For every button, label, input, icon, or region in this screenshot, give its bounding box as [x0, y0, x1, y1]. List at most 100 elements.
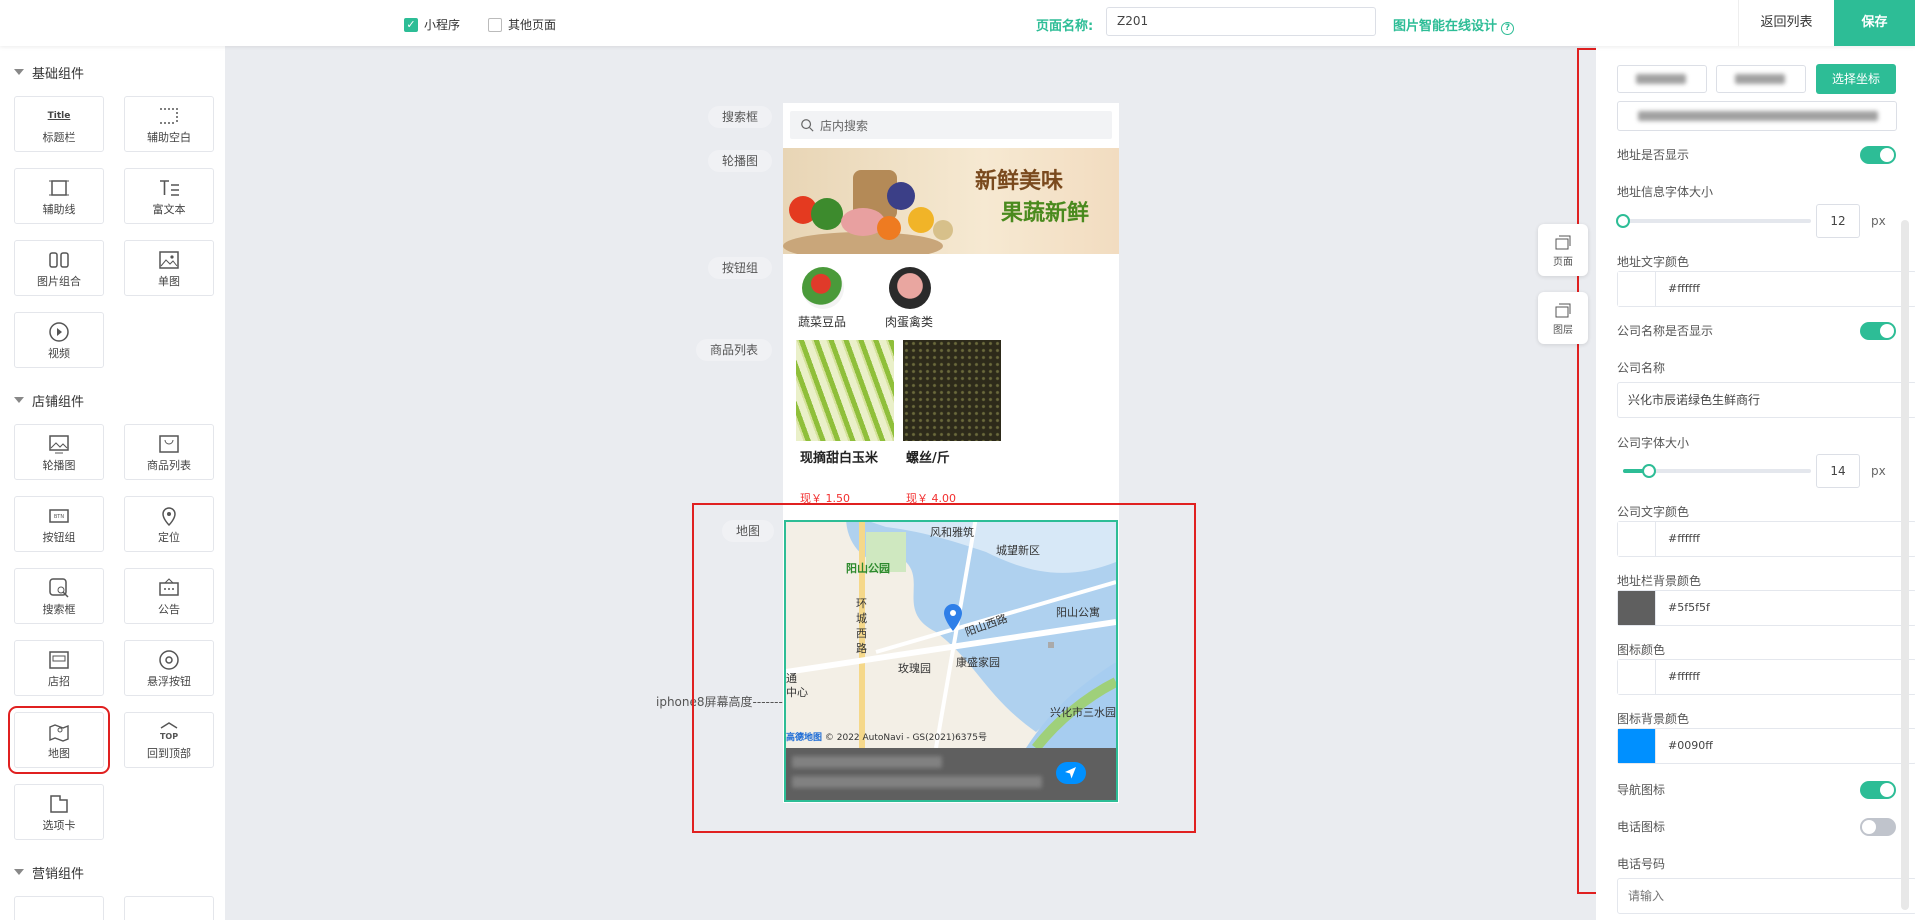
banner-text-2: 果蔬新鲜 [1001, 200, 1089, 226]
component-image[interactable]: 单图 [124, 240, 214, 296]
color-swatch[interactable] [1618, 591, 1656, 625]
video-icon [47, 319, 71, 345]
nav-icon-toggle[interactable] [1860, 781, 1896, 799]
icon-bg-color-picker[interactable]: #0090ff [1617, 728, 1915, 764]
slider-knob[interactable] [1616, 214, 1630, 228]
layer-tab-icon [1555, 303, 1571, 317]
company-text-color-picker[interactable]: #ffffff [1617, 521, 1915, 557]
company-font-size-slider[interactable] [1623, 464, 1811, 478]
address-blurred [1638, 111, 1878, 121]
color-swatch[interactable] [1618, 272, 1656, 306]
addr-font-size-input[interactable]: 12 [1816, 204, 1860, 238]
search-bar[interactable]: 店内搜索 [790, 111, 1112, 139]
notice-icon [157, 575, 181, 601]
line-icon [47, 175, 71, 201]
back-to-list-button[interactable]: 返回列表 [1738, 0, 1834, 46]
goods-name[interactable]: 现摘甜白玉米 [800, 447, 878, 466]
button-group-icon: BTN [47, 503, 71, 529]
marketing-components-header[interactable]: 营销组件 [0, 852, 225, 892]
component-notice[interactable]: 公告 [124, 568, 214, 624]
veg-button-image[interactable] [802, 267, 844, 309]
row-label-buttons[interactable]: 按钮组 [708, 257, 773, 279]
richtext-icon [157, 175, 181, 201]
component-goods-list[interactable]: 商品列表 [124, 424, 214, 480]
component-blank[interactable]: 辅助空白 [124, 96, 214, 152]
title-icon: Title [48, 103, 71, 129]
back-top-icon: TOP [157, 719, 181, 745]
tab-layer[interactable]: 图层 [1538, 292, 1588, 344]
component-carousel[interactable]: 轮播图 [14, 424, 104, 480]
component-search-box[interactable]: 搜索框 [14, 568, 104, 624]
color-swatch[interactable] [1618, 522, 1656, 556]
component-image-group[interactable]: 图片组合 [14, 240, 104, 296]
component-shop-sign[interactable]: 店招 [14, 640, 104, 696]
meat-button-image[interactable] [889, 267, 931, 309]
latitude-input[interactable] [1716, 65, 1806, 93]
addr-show-toggle[interactable] [1860, 146, 1896, 164]
nav-icon-label: 导航图标 [1617, 783, 1666, 797]
tab-layer-label: 图层 [1553, 324, 1573, 336]
carousel-banner[interactable]: 新鲜美味 果蔬新鲜 [783, 148, 1119, 260]
miniprogram-checkbox[interactable]: ✓ 小程序 [404, 16, 460, 33]
shop-sign-icon [47, 647, 71, 673]
settings-scrollbar[interactable] [1901, 220, 1909, 910]
choose-coordinate-button[interactable]: 选择坐标 [1816, 64, 1896, 94]
tab-page[interactable]: 页面 [1538, 224, 1588, 276]
component-label: 富文本 [152, 203, 186, 216]
ai-design-link[interactable]: 图片智能在线设计? [1393, 15, 1515, 35]
component-location[interactable]: 定位 [124, 496, 214, 552]
component-line[interactable]: 辅助线 [14, 168, 104, 224]
ai-design-text: 图片智能在线设计 [1393, 19, 1498, 34]
page-name-label: 页面名称: [1036, 19, 1094, 34]
phone-icon-toggle[interactable] [1860, 818, 1896, 836]
component-marketing-1[interactable] [14, 896, 104, 920]
goods-name[interactable]: 螺丝/斤 [906, 447, 950, 466]
company-name-input[interactable]: 兴化市辰诺绿色生鲜商行 [1617, 382, 1915, 418]
addr-font-size-slider[interactable] [1616, 214, 1811, 228]
phone-number-input[interactable] [1617, 878, 1915, 914]
shop-components-grid: 轮播图 商品列表 BTN 按钮组 定位 搜索框 公告 店招 悬浮按钮 地图 TOP… [0, 420, 225, 852]
banner-text-1: 新鲜美味 [975, 168, 1063, 194]
collapse-triangle-icon [14, 69, 24, 75]
component-richtext[interactable]: 富文本 [124, 168, 214, 224]
company-show-toggle[interactable] [1860, 322, 1896, 340]
help-icon[interactable]: ? [1501, 22, 1515, 35]
other-pages-checkbox[interactable]: 其他页面 [488, 16, 556, 33]
icon-color-picker[interactable]: #ffffff [1617, 659, 1915, 695]
component-video[interactable]: 视频 [14, 312, 104, 368]
meat-button-label[interactable]: 肉蛋禽类 [885, 313, 933, 330]
section-title: 营销组件 [32, 866, 85, 882]
slider-knob[interactable] [1642, 464, 1657, 478]
goods-image-snail[interactable] [903, 340, 1001, 441]
component-map[interactable]: 地图 [8, 706, 110, 774]
component-marketing-2[interactable] [124, 896, 214, 920]
address-input[interactable] [1617, 101, 1897, 131]
icon-bg-color-label: 图标背景颜色 [1617, 712, 1690, 726]
page-name-input[interactable]: Z201 [1106, 7, 1376, 36]
component-float-button[interactable]: 悬浮按钮 [124, 640, 214, 696]
component-label: 辅助线 [42, 203, 76, 216]
save-button[interactable]: 保存 [1834, 0, 1915, 46]
basic-components-header[interactable]: 基础组件 [0, 52, 225, 92]
component-title-bar[interactable]: Title 标题栏 [14, 96, 104, 152]
row-label-carousel[interactable]: 轮播图 [708, 150, 773, 172]
longitude-input[interactable] [1617, 65, 1707, 93]
component-label: 商品列表 [147, 459, 191, 472]
image-icon [157, 247, 181, 273]
goods-image-corn[interactable] [796, 340, 894, 441]
color-swatch[interactable] [1618, 660, 1656, 694]
company-font-size-input[interactable]: 14 [1816, 454, 1860, 488]
component-tabs[interactable]: 选项卡 [14, 784, 104, 840]
color-swatch[interactable] [1618, 729, 1656, 763]
shop-components-header[interactable]: 店铺组件 [0, 380, 225, 420]
addr-bg-color-picker[interactable]: #5f5f5f [1617, 590, 1915, 626]
component-button-group[interactable]: BTN 按钮组 [14, 496, 104, 552]
title-icon-text: Title [47, 111, 71, 121]
addr-text-color-picker[interactable]: #ffffff [1617, 271, 1915, 307]
addr-text-color-label: 地址文字颜色 [1617, 255, 1690, 269]
row-label-search[interactable]: 搜索框 [708, 106, 773, 128]
veg-button-label[interactable]: 蔬菜豆品 [798, 313, 846, 330]
row-label-goods[interactable]: 商品列表 [696, 339, 773, 361]
component-label: 选项卡 [42, 819, 76, 832]
component-back-top[interactable]: TOP 回到顶部 [124, 712, 214, 768]
